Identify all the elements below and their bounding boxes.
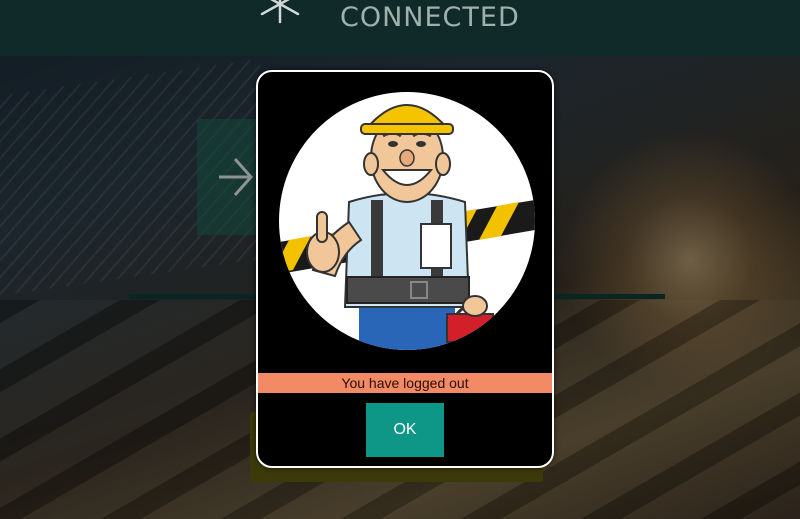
ok-button[interactable]: OK [366, 403, 444, 457]
worker-image [279, 104, 535, 350]
logout-message: You have logged out [258, 373, 552, 393]
worker-illustration [279, 92, 535, 350]
app-screen: CONNECTED You have logged out OK [0, 0, 800, 519]
app-header: CONNECTED [0, 0, 800, 56]
logout-dialog: You have logged out OK [256, 70, 554, 468]
asterisk-icon [254, 0, 306, 32]
header-title: CONNECTED [340, 2, 520, 33]
